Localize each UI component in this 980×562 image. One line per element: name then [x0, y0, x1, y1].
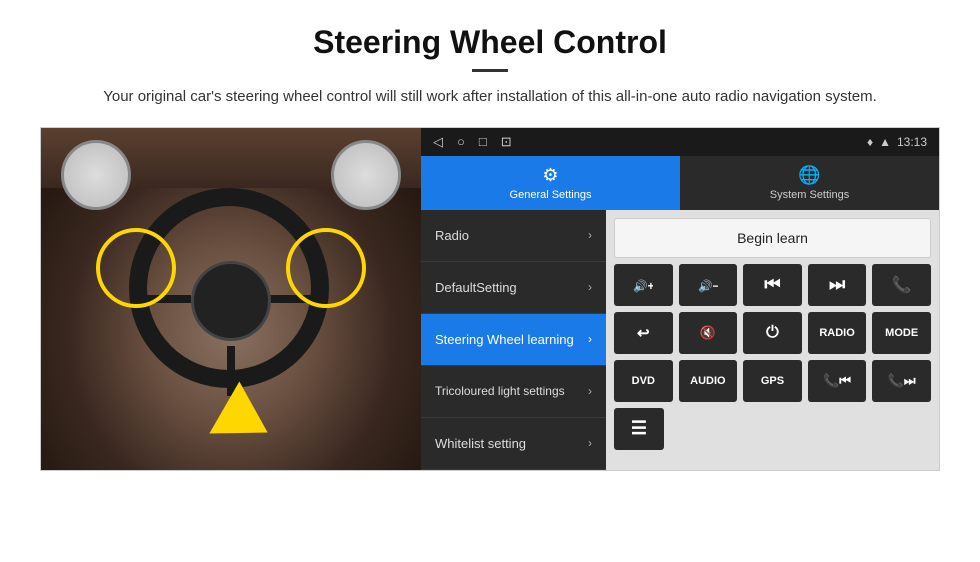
controls-panel: Begin learn 🔊+ 🔊− ⏮ ⏭ 📞 — [606, 210, 939, 470]
gps-button[interactable]: GPS — [743, 360, 802, 402]
chevron-right-icon: › — [588, 228, 592, 242]
call-next-button[interactable]: 📞⏭ — [872, 360, 931, 402]
control-row-4: ☰ — [614, 408, 931, 450]
nav-icons: ◁ ○ □ ⊡ — [433, 134, 512, 150]
audio-button[interactable]: AUDIO — [679, 360, 738, 402]
tab-system-label: System Settings — [770, 189, 849, 201]
next-track-button[interactable]: ⏭ — [808, 264, 867, 306]
list-icon-button[interactable]: ☰ — [614, 408, 664, 450]
menu-radio-label: Radio — [435, 228, 469, 243]
menu-tricolour-label: Tricoloured light settings — [435, 384, 565, 398]
menu-item-radio[interactable]: Radio › — [421, 210, 606, 262]
main-content: Radio › DefaultSetting › Steering Wheel … — [421, 210, 939, 470]
control-row-2: ↩ 🔇 ⏻ RADIO MODE — [614, 312, 931, 354]
title-divider — [472, 69, 508, 72]
mode-button[interactable]: MODE — [872, 312, 931, 354]
gear-icon: ⚙ — [542, 165, 558, 186]
screenshot-icon[interactable]: ⊡ — [501, 134, 512, 150]
menu-item-steering[interactable]: Steering Wheel learning › — [421, 314, 606, 366]
car-image-panel — [41, 128, 421, 470]
control-row-1: 🔊+ 🔊− ⏮ ⏭ 📞 — [614, 264, 931, 306]
menu-default-label: DefaultSetting — [435, 280, 517, 295]
status-right: ♦ ▲ 13:13 — [867, 135, 927, 149]
system-icon: 🌐 — [798, 165, 820, 186]
volume-up-button[interactable]: 🔊+ — [614, 264, 673, 306]
content-area: ◁ ○ □ ⊡ ♦ ▲ 13:13 ⚙ General Settings — [40, 127, 940, 471]
gauge-right — [331, 140, 401, 210]
call-prev-button[interactable]: 📞⏮ — [808, 360, 867, 402]
tab-general-label: General Settings — [510, 189, 592, 201]
status-bar: ◁ ○ □ ⊡ ♦ ▲ 13:13 — [421, 128, 939, 156]
menu-whitelist-label: Whitelist setting — [435, 436, 526, 451]
tab-system-settings[interactable]: 🌐 System Settings — [680, 156, 939, 210]
prev-track-button[interactable]: ⏮ — [743, 264, 802, 306]
dvd-button[interactable]: DVD — [614, 360, 673, 402]
menu-item-tricoloured[interactable]: Tricoloured light settings › — [421, 366, 606, 418]
arrow-container — [221, 390, 271, 450]
home-icon[interactable]: ○ — [457, 134, 465, 149]
chevron-right-icon: › — [588, 384, 592, 398]
end-call-button[interactable]: ↩ — [614, 312, 673, 354]
gauge-left — [61, 140, 131, 210]
status-time: 13:13 — [897, 135, 927, 149]
svg-text:🔊−: 🔊− — [698, 279, 718, 293]
chevron-right-icon: › — [588, 280, 592, 294]
page-subtitle: Your original car's steering wheel contr… — [40, 86, 940, 109]
steering-wheel-center — [191, 261, 271, 341]
menu-steering-label: Steering Wheel learning — [435, 332, 574, 347]
tab-general-settings[interactable]: ⚙ General Settings — [421, 156, 680, 210]
call-button[interactable]: 📞 — [872, 264, 931, 306]
back-icon[interactable]: ◁ — [433, 134, 443, 150]
highlight-circle-right — [286, 228, 366, 308]
begin-learn-row: Begin learn — [614, 218, 931, 258]
recents-icon[interactable]: □ — [479, 134, 487, 149]
power-button[interactable]: ⏻ — [743, 312, 802, 354]
top-tabs: ⚙ General Settings 🌐 System Settings — [421, 156, 939, 210]
location-icon: ♦ — [867, 135, 873, 149]
menu-item-defaultsetting[interactable]: DefaultSetting › — [421, 262, 606, 314]
chevron-right-icon: › — [588, 332, 592, 346]
volume-down-button[interactable]: 🔊− — [679, 264, 738, 306]
mute-button[interactable]: 🔇 — [679, 312, 738, 354]
menu-item-whitelist[interactable]: Whitelist setting › — [421, 418, 606, 470]
radio-button[interactable]: RADIO — [808, 312, 867, 354]
control-row-3: DVD AUDIO GPS 📞⏮ 📞⏭ — [614, 360, 931, 402]
left-menu: Radio › DefaultSetting › Steering Wheel … — [421, 210, 606, 470]
svg-text:🔊+: 🔊+ — [633, 279, 653, 293]
page-title: Steering Wheel Control — [40, 24, 940, 61]
chevron-right-icon: › — [588, 436, 592, 450]
begin-learn-button[interactable]: Begin learn — [614, 218, 931, 258]
highlight-circle-left — [96, 228, 176, 308]
android-panel: ◁ ○ □ ⊡ ♦ ▲ 13:13 ⚙ General Settings — [421, 128, 939, 470]
wifi-icon: ▲ — [879, 135, 891, 149]
